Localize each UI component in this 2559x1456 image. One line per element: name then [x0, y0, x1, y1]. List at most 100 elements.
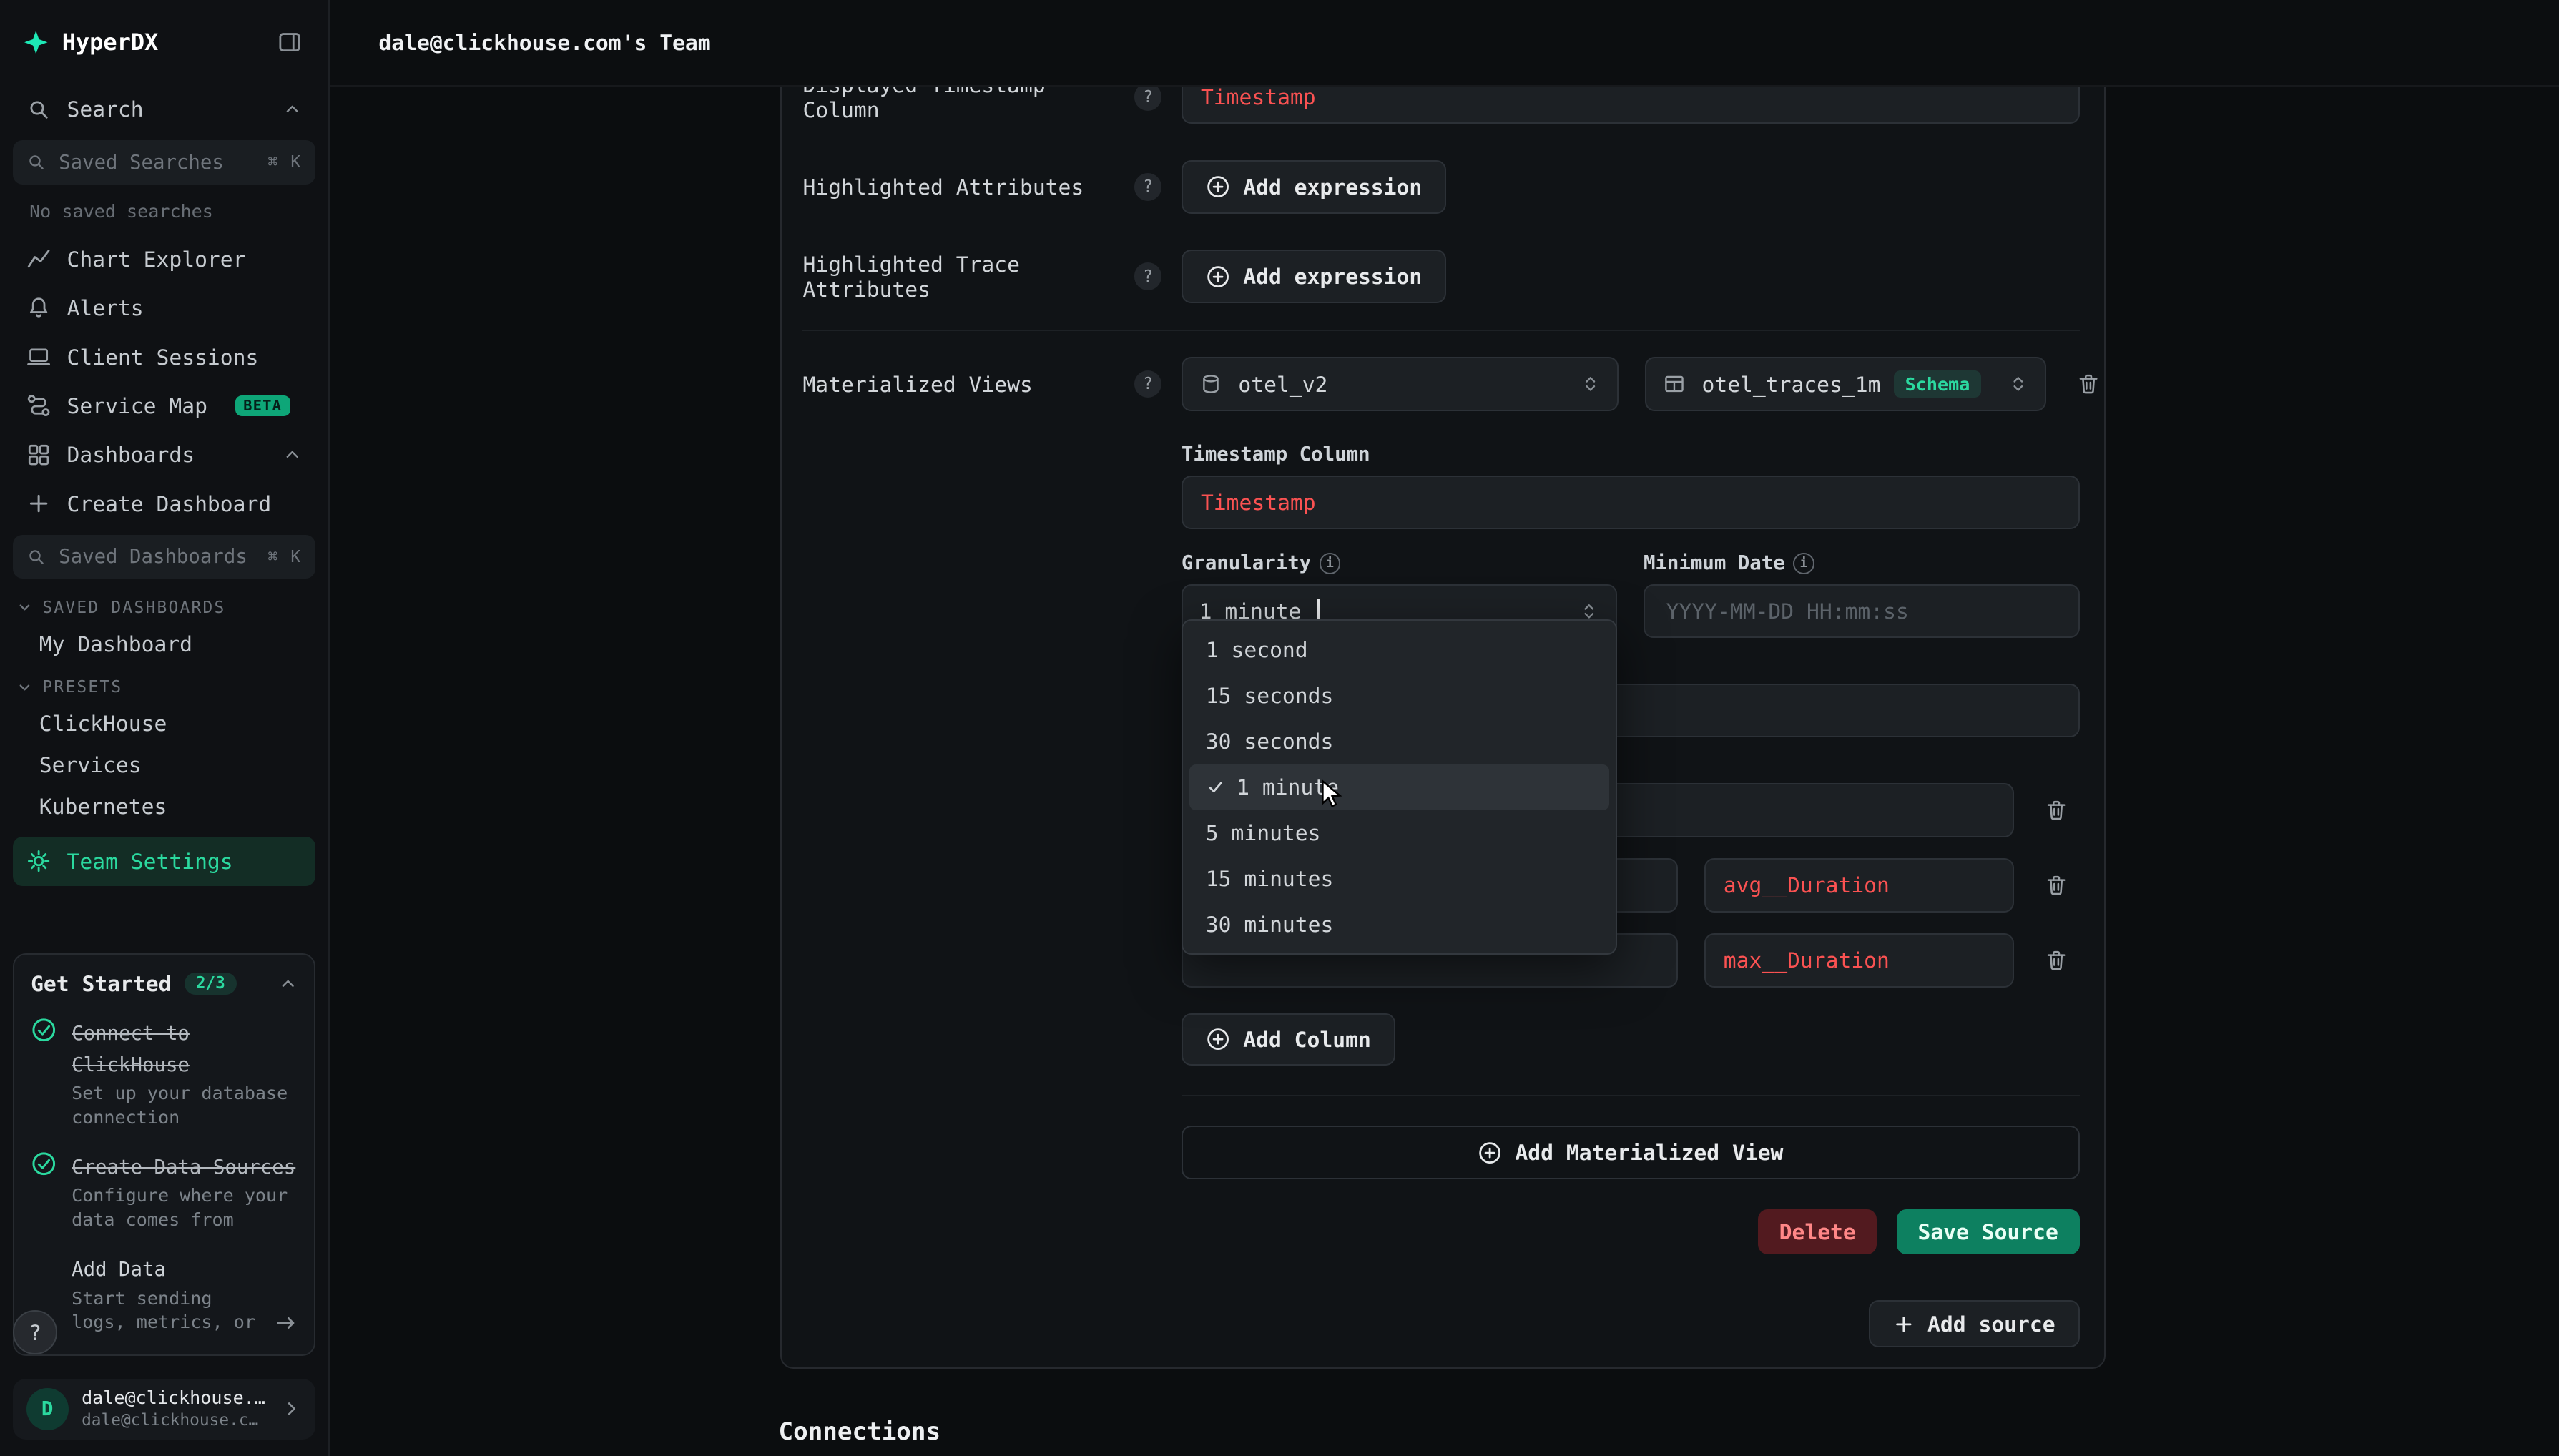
saved-dashboards-input[interactable] [56, 544, 258, 570]
add-column-button[interactable]: Add Column [1182, 1013, 1395, 1066]
delete-column-button[interactable] [2034, 862, 2080, 908]
sidebar-item-service-map[interactable]: Service Map BETA [13, 381, 315, 430]
search-icon [26, 152, 46, 172]
page-title: dale@clickhouse.com's Team [378, 30, 710, 55]
laptop-icon [26, 345, 53, 369]
column-expression-input[interactable]: avg__Duration [1704, 858, 2015, 912]
field-label: Materialized Views [802, 372, 1032, 397]
sidebar-item-client-sessions[interactable]: Client Sessions [13, 333, 315, 381]
dropdown-option[interactable]: 1 second [1189, 627, 1609, 673]
dropdown-option[interactable]: 15 seconds [1189, 673, 1609, 719]
sidebar-item-dashboards[interactable]: Dashboards [13, 431, 315, 479]
add-expression-button[interactable]: Add expression [1182, 160, 1446, 214]
sidebar-collapse-button[interactable] [275, 27, 305, 58]
topbar: dale@clickhouse.com's Team [330, 0, 2559, 87]
button-label: Add expression [1243, 264, 1422, 289]
bell-icon [26, 295, 53, 320]
check-icon [1206, 777, 1225, 797]
task-title: Create Data Sources [72, 1156, 295, 1179]
sidebar-item-chart-explorer[interactable]: Chart Explorer [13, 235, 315, 283]
displayed-timestamp-input[interactable]: Timestamp [1182, 87, 2080, 124]
dropdown-option[interactable]: 5 minutes [1189, 810, 1609, 856]
saved-dashboards-search[interactable]: ⌘ K [13, 535, 315, 579]
saved-searches-search[interactable]: ⌘ K [13, 140, 315, 185]
get-started-header[interactable]: Get Started 2/3 [31, 971, 298, 996]
delete-column-button[interactable] [2034, 938, 2080, 983]
sidebar-item-services[interactable]: Services [0, 744, 328, 786]
help-icon[interactable]: ? [1134, 87, 1162, 111]
grid-icon [26, 443, 53, 467]
mv-table-select[interactable]: otel_v2 [1182, 357, 1619, 410]
section-saved-dashboards[interactable]: SAVED DASHBOARDS [0, 585, 328, 623]
get-started-item-sources[interactable]: Create Data Sources Configure where your… [31, 1149, 298, 1232]
minimum-date-input[interactable] [1663, 597, 2060, 626]
trash-icon [2044, 948, 2068, 973]
help-icon[interactable]: ? [1134, 370, 1162, 398]
divider [802, 330, 2079, 331]
delete-materialized-view-button[interactable] [2066, 361, 2112, 407]
sidebar-item-my-dashboard[interactable]: My Dashboard [0, 624, 328, 665]
create-dashboard-button[interactable]: Create Dashboard [13, 479, 315, 528]
sidebar-item-label: Search [67, 97, 144, 122]
select-chevrons-icon [2008, 373, 2029, 395]
dropdown-option[interactable]: 30 minutes [1189, 901, 1609, 947]
get-started-panel: Get Started 2/3 Connect to ClickHouse Se… [13, 953, 315, 1356]
sidebar-item-label: Team Settings [67, 849, 233, 874]
sidebar-item-label: Client Sessions [67, 345, 259, 370]
get-started-item-connect[interactable]: Connect to ClickHouse Set up your databa… [31, 1015, 298, 1130]
help-icon[interactable]: ? [1134, 173, 1162, 201]
saved-searches-input[interactable] [56, 149, 258, 175]
sidebar-item-search[interactable]: Search [13, 85, 315, 134]
task-title: Connect to ClickHouse [72, 1023, 190, 1076]
minimum-date-label: Minimum Date i [1644, 552, 2080, 574]
app-window: HyperDX Search [0, 0, 2559, 1456]
button-label: Add expression [1243, 174, 1422, 200]
app-name: HyperDX [62, 29, 159, 56]
content: Displayed Timestamp Column ? Timestamp H… [330, 87, 2559, 1456]
get-started-item-add-data[interactable]: Add Data Start sending logs, metrics, or [31, 1251, 298, 1334]
user-email: dale@clickhouse.c… [82, 1410, 267, 1432]
info-icon[interactable]: i [1793, 553, 1814, 574]
timestamp-column-label: Timestamp Column [1182, 443, 2080, 466]
field-label: Highlighted Trace Attributes [802, 252, 1134, 302]
info-icon[interactable]: i [1320, 553, 1341, 574]
table-icon [1663, 373, 1689, 395]
schema-badge[interactable]: Schema [1894, 370, 1982, 398]
sidebar-item-team-settings[interactable]: Team Settings [13, 837, 315, 885]
section-presets[interactable]: PRESETS [0, 665, 328, 703]
column-expression-input[interactable]: max__Duration [1704, 933, 2015, 987]
delete-column-button[interactable] [2034, 787, 2080, 833]
gear-icon [26, 849, 53, 873]
dropdown-option-selected[interactable]: 1 minute [1189, 764, 1609, 810]
logo-row: HyperDX [0, 0, 328, 85]
displayed-timestamp-row: Displayed Timestamp Column ? Timestamp [802, 87, 2079, 124]
sidebar-item-clickhouse[interactable]: ClickHouse [0, 703, 328, 744]
help-icon[interactable]: ? [1134, 262, 1162, 290]
create-dashboard-label: Create Dashboard [67, 491, 272, 516]
field-value: max__Duration [1724, 948, 1890, 973]
delete-button[interactable]: Delete [1758, 1209, 1877, 1255]
add-materialized-view-button[interactable]: Add Materialized View [1182, 1126, 2080, 1179]
dropdown-option[interactable]: 15 minutes [1189, 855, 1609, 901]
add-source-button[interactable]: Add source [1869, 1300, 2079, 1347]
user-menu[interactable]: D dale@clickhouse.… dale@clickhouse.c… [13, 1379, 315, 1440]
help-button[interactable]: ? [13, 1310, 57, 1354]
highlighted-trace-attributes-row: Highlighted Trace Attributes ? Add expre… [802, 250, 2079, 303]
add-expression-button[interactable]: Add expression [1182, 250, 1446, 303]
sidebar-item-kubernetes[interactable]: Kubernetes [0, 786, 328, 827]
database-icon [1199, 373, 1226, 395]
connections-heading: Connections [779, 1417, 2559, 1446]
chart-icon [26, 247, 53, 271]
sidebar-nav: Search ⌘ K No saved searches [0, 85, 328, 892]
sidebar-item-label: Alerts [67, 295, 144, 320]
save-source-button[interactable]: Save Source [1897, 1209, 2080, 1255]
plus-circle-icon [1206, 174, 1230, 199]
sidebar-item-alerts[interactable]: Alerts [13, 283, 315, 332]
task-desc: Configure where your data comes from [72, 1184, 298, 1232]
dropdown-option[interactable]: 30 seconds [1189, 719, 1609, 764]
search-icon [26, 97, 53, 122]
sidebar-item-label: Service Map [67, 393, 207, 418]
timestamp-column-input[interactable]: Timestamp [1182, 476, 2080, 529]
field-label: Highlighted Attributes [802, 174, 1084, 200]
mv-view-select[interactable]: otel_traces_1m Schema [1645, 357, 2046, 410]
